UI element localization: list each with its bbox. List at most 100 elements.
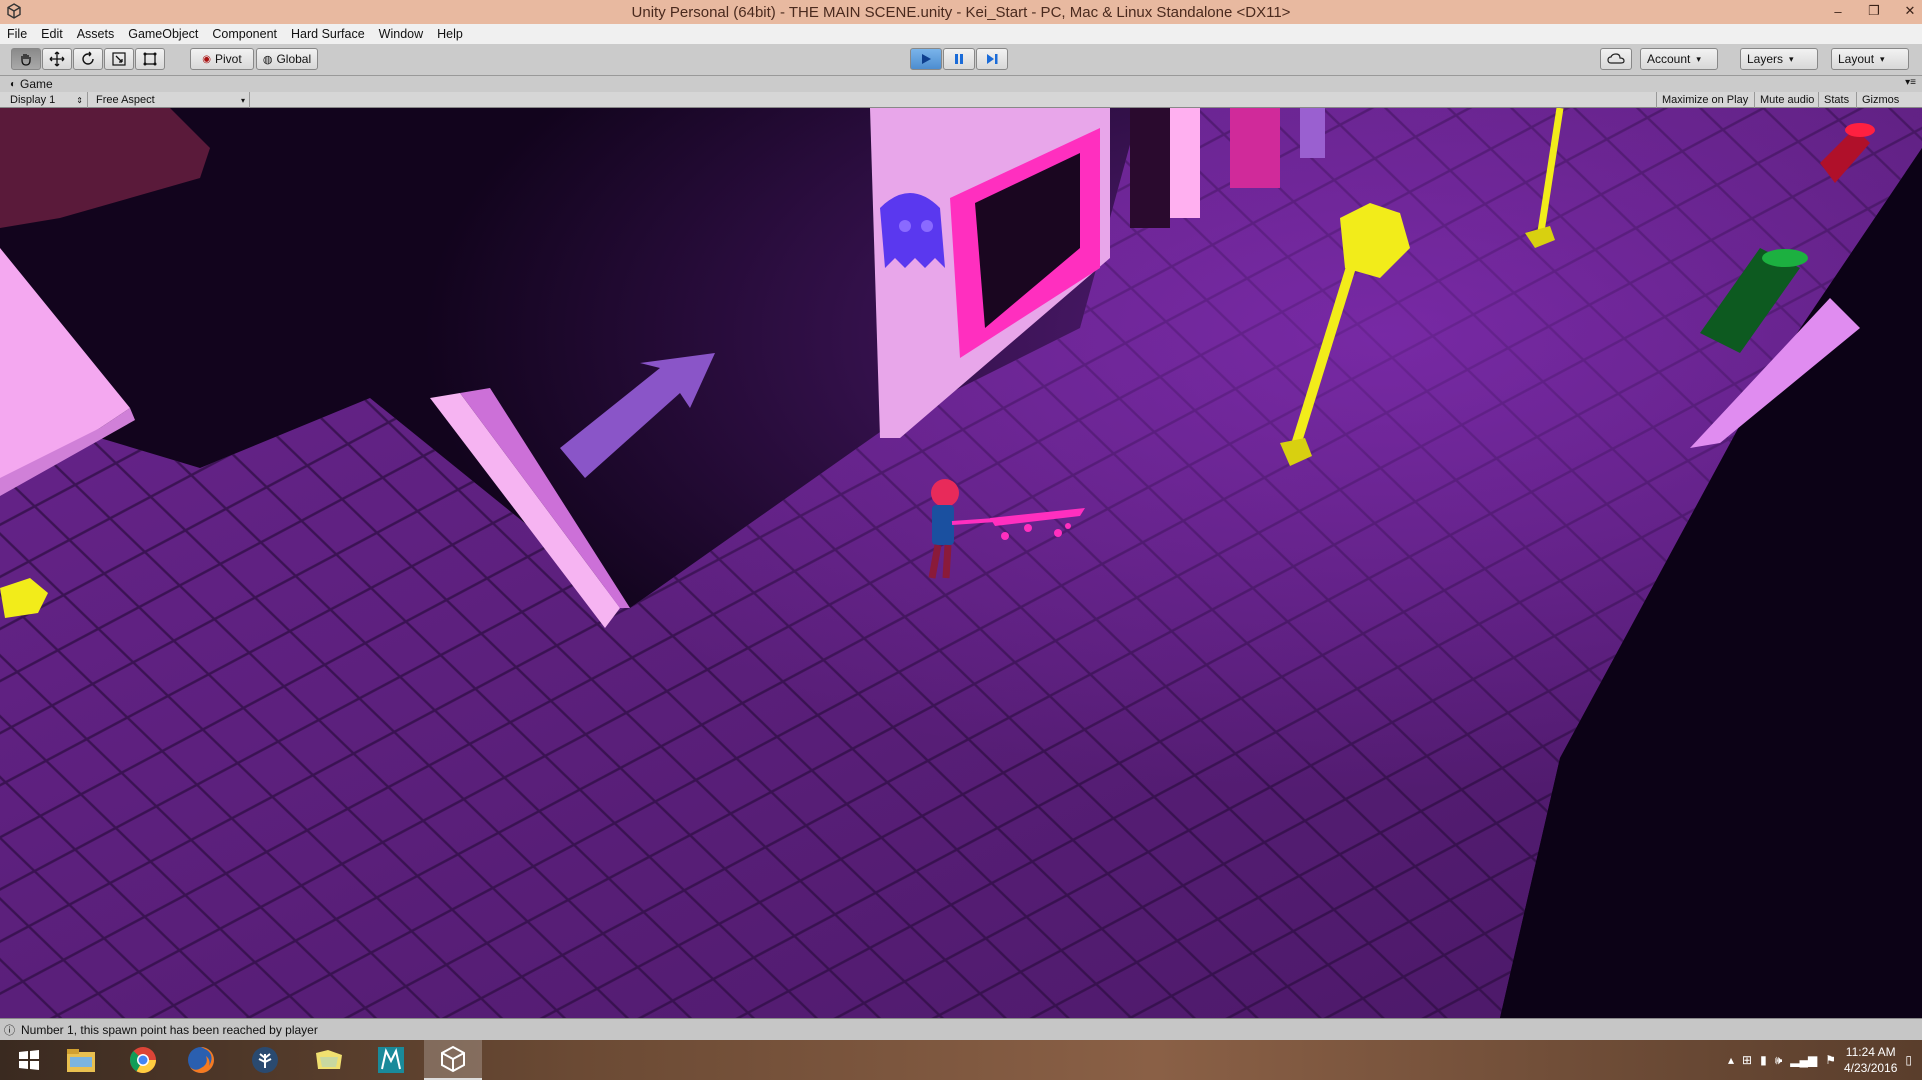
- minimize-button[interactable]: –: [1820, 0, 1856, 22]
- account-label: Account: [1647, 52, 1691, 66]
- play-icon: [922, 54, 931, 64]
- scale-icon: [112, 52, 126, 66]
- start-button[interactable]: [0, 1040, 58, 1080]
- ghost-eye-right: [921, 220, 933, 232]
- game-scene: [0, 108, 1922, 1018]
- menu-bar: File Edit Assets GameObject Component Ha…: [0, 24, 1922, 44]
- column-2: [1170, 108, 1200, 218]
- taskbar-maya[interactable]: [362, 1040, 420, 1080]
- taskbar-firefox[interactable]: [172, 1040, 230, 1080]
- layers-label: Layers: [1747, 52, 1784, 66]
- pause-button[interactable]: [943, 48, 975, 70]
- move-icon: [49, 51, 65, 67]
- restore-button[interactable]: ❐: [1856, 0, 1892, 22]
- ghost-sprite: [880, 193, 945, 268]
- cloud-button[interactable]: [1600, 48, 1632, 70]
- taskbar-chrome[interactable]: [114, 1040, 172, 1080]
- menu-help[interactable]: Help: [430, 27, 470, 41]
- stats-toggle[interactable]: Stats: [1818, 92, 1854, 108]
- game-view-toolbar: Display 1 ⇕ Free Aspect ▾ Maximize on Pl…: [0, 92, 1922, 108]
- account-dropdown[interactable]: Account: [1640, 48, 1718, 70]
- window-title: Unity Personal (64bit) - THE MAIN SCENE.…: [631, 3, 1291, 21]
- menu-file[interactable]: File: [0, 27, 34, 41]
- maya-icon: [378, 1047, 404, 1073]
- unity-logo-icon: [7, 3, 21, 19]
- clock-time: 11:24 AM: [1845, 1045, 1896, 1059]
- tab-game[interactable]: ◐ Game: [10, 77, 53, 91]
- hand-icon: [21, 54, 31, 66]
- tree-app-icon: [252, 1047, 278, 1073]
- game-view[interactable]: [0, 108, 1922, 1018]
- unity-icon: [441, 1045, 465, 1073]
- updown-icon: ⇕: [76, 95, 83, 105]
- layout-dropdown[interactable]: Layout: [1831, 48, 1909, 70]
- notification-icon[interactable]: ▯: [1905, 1053, 1912, 1067]
- rotate-icon: [82, 51, 94, 65]
- layers-dropdown[interactable]: Layers: [1740, 48, 1818, 70]
- clock[interactable]: 11:24 AM 4/23/2016: [1844, 1044, 1897, 1076]
- global-toggle[interactable]: ◍ Global: [256, 48, 318, 70]
- green-pipe-top: [1762, 249, 1808, 267]
- layout-label: Layout: [1838, 52, 1875, 66]
- windows-flag-icon[interactable]: ⊞: [1742, 1053, 1752, 1067]
- pause-icon: [955, 54, 963, 64]
- global-label: Global: [276, 52, 312, 66]
- rect-tool-button[interactable]: [135, 48, 165, 70]
- pivot-label: Pivot: [215, 52, 242, 66]
- rotate-tool-button[interactable]: [73, 48, 103, 70]
- chevron-down-icon: ▾: [240, 95, 245, 105]
- taskbar-file-explorer[interactable]: [52, 1040, 110, 1080]
- cloud-icon: [1607, 53, 1625, 64]
- column-1: [1130, 108, 1170, 228]
- column-4: [1300, 108, 1325, 158]
- volume-icon[interactable]: 🕪: [1775, 1053, 1783, 1068]
- gizmos-dropdown[interactable]: Gizmos: [1856, 92, 1904, 108]
- game-tab-icon: ◐: [10, 78, 17, 90]
- info-icon: ⓘ: [4, 1024, 15, 1037]
- display-select[interactable]: Display 1 ⇕: [4, 92, 88, 108]
- ghost-eye-left: [899, 220, 911, 232]
- flag-icon[interactable]: ⚑: [1825, 1053, 1836, 1067]
- status-message[interactable]: Number 1, this spawn point has been reac…: [21, 1023, 318, 1037]
- panel-menu-icon[interactable]: ▾≡: [1905, 77, 1916, 88]
- system-tray: ▴ ⊞ ▮ 🕪 ▂▄▆ ⚑ 11:24 AM 4/23/2016 ▯: [1728, 1040, 1922, 1080]
- display-label: Display 1: [10, 94, 56, 106]
- pivot-icon: ◉: [202, 53, 212, 65]
- chevron-up-icon[interactable]: ▴: [1728, 1053, 1734, 1067]
- windows-taskbar: ▴ ⊞ ▮ 🕪 ▂▄▆ ⚑ 11:24 AM 4/23/2016 ▯: [0, 1040, 1922, 1080]
- rect-icon: [143, 52, 157, 66]
- start-icon: [19, 1050, 39, 1070]
- move-tool-button[interactable]: [42, 48, 72, 70]
- scale-tool-button[interactable]: [104, 48, 134, 70]
- taskbar-folder-app[interactable]: [300, 1040, 358, 1080]
- firefox-icon: [188, 1047, 214, 1073]
- battery-icon[interactable]: ▮: [1760, 1053, 1767, 1067]
- main-toolbar: ◉ Pivot ◍ Global Account Layers Layout: [0, 44, 1922, 76]
- menu-component[interactable]: Component: [205, 27, 284, 41]
- menu-gameobject[interactable]: GameObject: [121, 27, 205, 41]
- signal-icon[interactable]: ▂▄▆: [1790, 1053, 1817, 1067]
- folder-app-icon: [316, 1050, 342, 1069]
- menu-assets[interactable]: Assets: [70, 27, 122, 41]
- play-button[interactable]: [910, 48, 942, 70]
- taskbar-unity[interactable]: [424, 1040, 482, 1080]
- hand-tool-button[interactable]: [11, 48, 41, 70]
- status-bar: ⓘ Number 1, this spawn point has been re…: [0, 1018, 1922, 1040]
- menu-window[interactable]: Window: [372, 27, 430, 41]
- menu-hard-surface[interactable]: Hard Surface: [284, 27, 372, 41]
- maximize-on-play-toggle[interactable]: Maximize on Play: [1656, 92, 1753, 108]
- red-object-top: [1845, 123, 1875, 137]
- aspect-label: Free Aspect: [96, 94, 155, 106]
- column-3: [1230, 108, 1280, 188]
- chrome-icon: [129, 1047, 156, 1073]
- menu-edit[interactable]: Edit: [34, 27, 70, 41]
- step-button[interactable]: [976, 48, 1008, 70]
- taskbar-tree-app[interactable]: [236, 1040, 294, 1080]
- file-explorer-icon: [67, 1049, 95, 1072]
- aspect-select[interactable]: Free Aspect ▾: [90, 92, 250, 108]
- pivot-toggle[interactable]: ◉ Pivot: [190, 48, 254, 70]
- mute-audio-toggle[interactable]: Mute audio: [1754, 92, 1819, 108]
- globe-icon: ◍: [262, 53, 273, 66]
- close-button[interactable]: ✕: [1892, 0, 1922, 22]
- game-tab-label: Game: [20, 77, 53, 91]
